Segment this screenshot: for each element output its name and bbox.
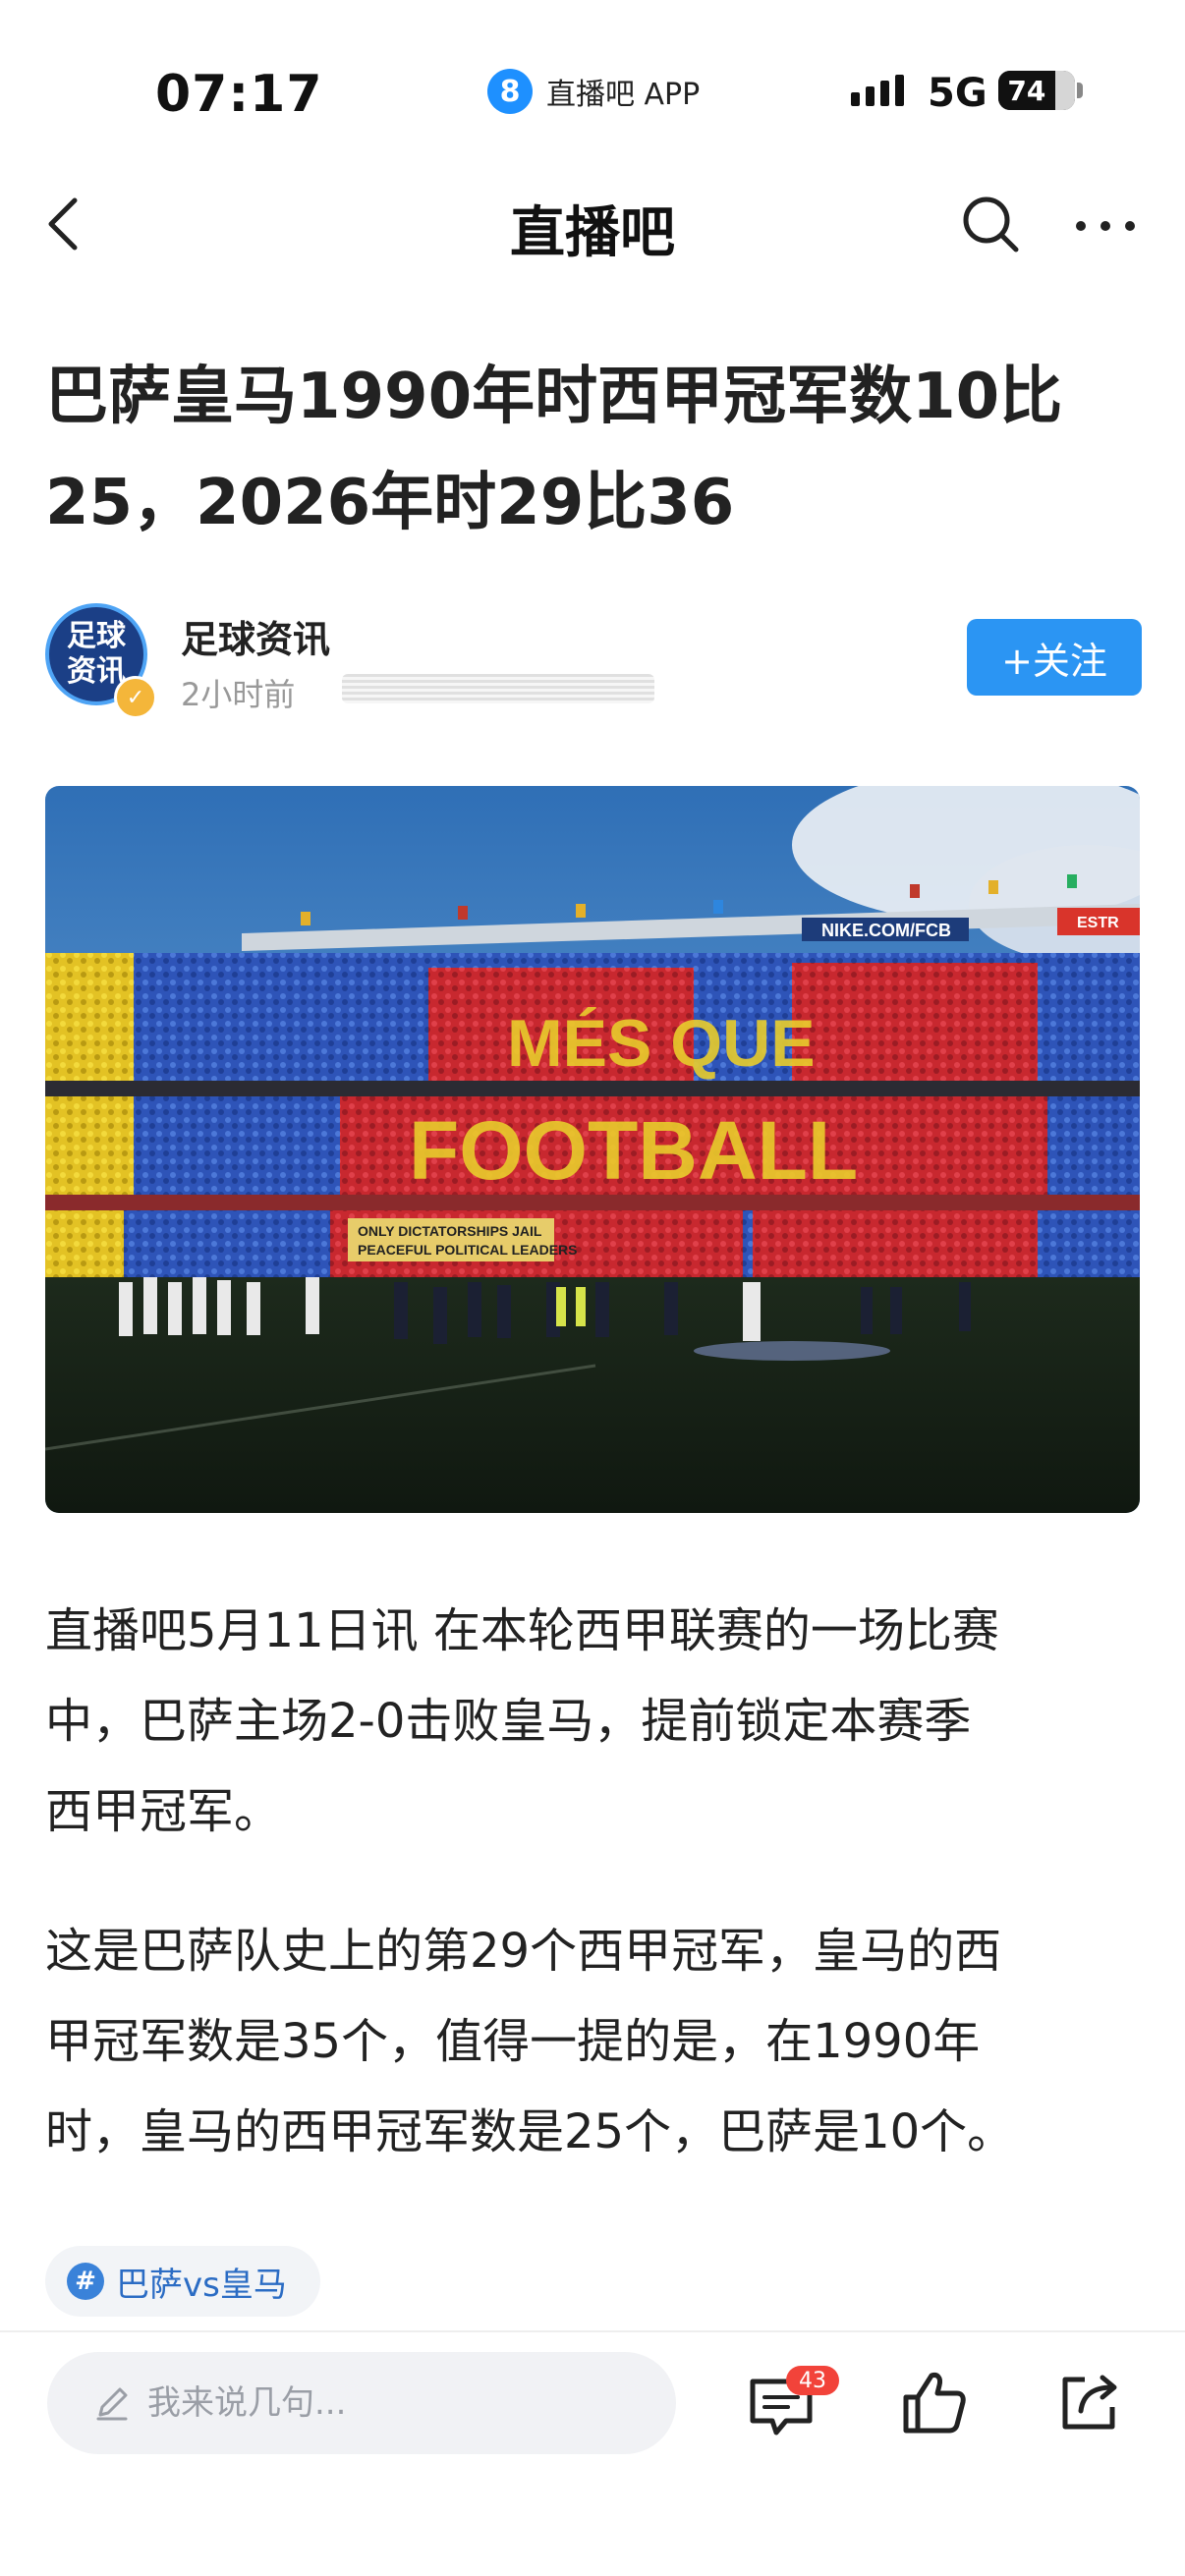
avatar-text: 足球 [67,619,126,653]
bottom-bar-divider [0,2330,1185,2332]
follow-button[interactable]: +关注 [967,619,1142,696]
tifo-text-bottom: FOOTBALL [409,1104,858,1197]
sign-text: ONLY DICTATORSHIPS JAIL [358,1223,542,1239]
paragraph-line: 时，皇马的西甲冠军数是25个，巴萨是10个。 [45,2104,1015,2159]
topic-tag[interactable]: # 巴萨vs皇马 [45,2246,320,2317]
battery-icon: 74 [998,71,1075,110]
pencil-icon [96,2387,128,2421]
comment-input-box[interactable] [47,2352,676,2454]
hashtag-icon: # [67,2263,104,2300]
article-photo[interactable]: NIKE.COM/FCB ESTR MÉS QUE FOOTBALL ONLY … [45,786,1140,1513]
verified-badge-icon: ✓ [114,676,157,719]
comment-input[interactable] [145,2382,641,2424]
paragraph-line: 西甲冠军。 [45,1784,282,1839]
tifo-text-top: MÉS QUE [507,1006,816,1081]
network-type: 5G [928,71,988,116]
sign-text: PEACEFUL POLITICAL LEADERS [358,1242,578,1258]
article-paragraph: 直播吧5月11日讯 在本轮西甲联赛的一场比赛 中，巴萨主场2-0击败皇马，提前锁… [45,1586,1152,1857]
topic-tag-label: 巴萨vs皇马 [116,2265,287,2305]
stadium-banner-text: NIKE.COM/FCB [821,921,951,940]
more-icon[interactable] [1071,196,1140,255]
author-name[interactable]: 足球资讯 [181,609,330,663]
post-time: 2小时前 [181,676,296,713]
paragraph-line: 这是巴萨队史上的第29个西甲冠军，皇马的西 [45,1924,1002,1979]
article-headline: 巴萨皇马1990年时西甲冠军数10比 25，2026年时29比36 [45,344,1156,556]
app-logo-icon: 8 [487,69,533,114]
paragraph-line: 中，巴萨主场2-0击败皇马，提前锁定本赛季 [45,1694,972,1749]
status-source-app[interactable]: 8 直播吧 APP [487,69,700,114]
battery-tip [1077,83,1083,98]
battery-level: 74 [998,71,1055,110]
status-time: 07:17 [155,65,323,124]
search-icon[interactable] [959,193,1022,255]
stadium-ad-text: ESTR [1077,915,1119,931]
article-paragraph: 这是巴萨队史上的第29个西甲冠军，皇马的西 甲冠军数是35个，值得一提的是，在1… [45,1906,1152,2177]
headline-line: 巴萨皇马1990年时西甲冠军数10比 [45,361,1063,433]
thumbs-up-icon[interactable] [902,2368,967,2436]
paragraph-line: 甲冠军数是35个，值得一提的是，在1990年 [45,2014,981,2069]
paragraph-line: 直播吧5月11日讯 在本轮西甲联赛的一场比赛 [45,1603,999,1658]
blurred-meta [342,674,654,703]
signal-icon [851,75,904,106]
status-app-name: 直播吧 APP [546,78,701,112]
share-icon[interactable] [1057,2370,1122,2435]
comment-count-badge: 43 [786,2366,839,2395]
headline-line: 25，2026年时29比36 [45,467,735,539]
